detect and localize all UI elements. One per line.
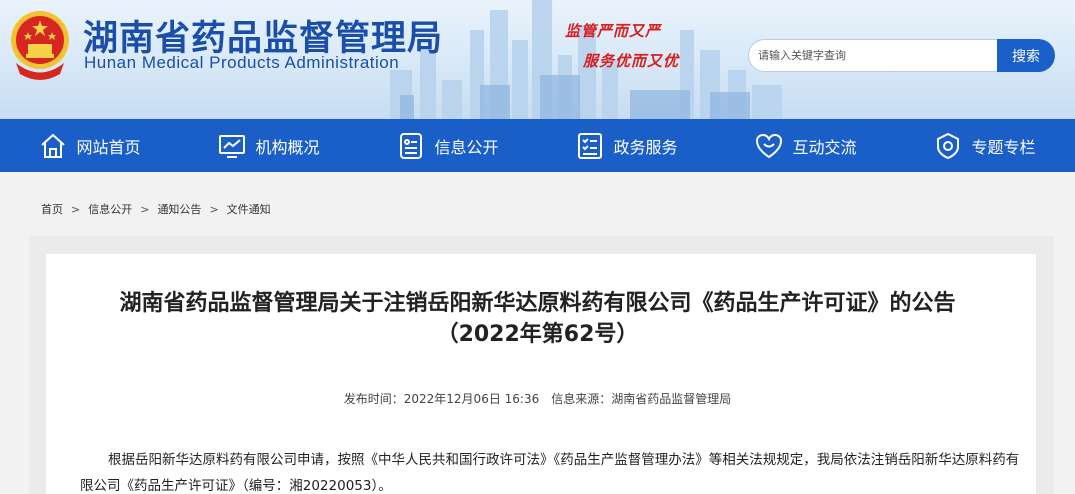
nav-item-home[interactable]: 网站首页 xyxy=(0,119,179,172)
breadcrumb-info-disclosure[interactable]: 信息公开 xyxy=(88,203,132,216)
breadcrumb-separator: > xyxy=(71,203,81,216)
slogan-line-2: 服务优而又优 xyxy=(583,52,680,70)
nav-item-label: 互动交流 xyxy=(792,137,857,157)
breadcrumb: 首页 > 信息公开 > 通知公告 > 文件通知 xyxy=(41,201,271,217)
article-title: 湖南省药品监督管理局关于注销岳阳新华达原料药有限公司《药品生产许可证》的公告 （… xyxy=(0,288,1075,350)
breadcrumb-home[interactable]: 首页 xyxy=(41,203,63,216)
breadcrumb-separator: > xyxy=(140,203,150,216)
slogan-line-1: 监管严而又严 xyxy=(565,22,662,40)
heart-chat-icon xyxy=(756,133,783,158)
publish-time: 发布时间：2022年12月06日 16:36 xyxy=(343,392,540,406)
breadcrumb-separator: > xyxy=(209,203,219,216)
site-subtitle: Hunan Medical Products Administration xyxy=(84,53,400,72)
nav-item-label: 政务服务 xyxy=(613,137,678,157)
article-title-line-2: （2022年第62号） xyxy=(436,322,639,347)
breadcrumb-notices[interactable]: 通知公告 xyxy=(157,203,201,216)
breadcrumb-file-notices[interactable]: 文件通知 xyxy=(227,203,271,216)
main-nav: 网站首页 机构概况 信息公开 政务服务 互动交流 专题专栏 xyxy=(0,119,1075,172)
info-source: 信息来源：湖南省药品监督管理局 xyxy=(551,392,732,406)
site-header: 湖南省药品监督管理局 Hunan Medical Products Admini… xyxy=(0,0,1075,119)
nav-item-label: 信息公开 xyxy=(434,137,499,157)
nav-item-info-disclosure[interactable]: 信息公开 xyxy=(358,119,537,172)
nav-item-special-topics[interactable]: 专题专栏 xyxy=(895,119,1074,172)
article-title-line-1: 湖南省药品监督管理局关于注销岳阳新华达原料药有限公司《药品生产许可证》的公告 xyxy=(119,291,956,316)
badge-gear-icon xyxy=(937,132,960,159)
nav-item-label: 专题专栏 xyxy=(971,137,1036,157)
monitor-chart-icon xyxy=(219,134,246,158)
national-emblem-logo xyxy=(11,11,69,80)
search-input[interactable] xyxy=(758,40,988,71)
nav-item-label: 机构概况 xyxy=(255,137,320,157)
article-body: 根据岳阳新华达原料药有限公司申请，按照《中华人民共和国行政许可法》《药品生产监督… xyxy=(80,452,1020,494)
search-button[interactable]: 搜索 xyxy=(997,39,1055,72)
search-box xyxy=(748,39,998,72)
nav-item-interaction[interactable]: 互动交流 xyxy=(716,119,895,172)
home-icon xyxy=(41,133,66,158)
nav-item-about[interactable]: 机构概况 xyxy=(179,119,358,172)
article-meta: 发布时间：2022年12月06日 16:36 信息来源：湖南省药品监督管理局 xyxy=(0,390,1075,407)
nav-item-label: 网站首页 xyxy=(76,137,141,157)
checklist-icon xyxy=(578,132,603,159)
document-list-icon xyxy=(400,132,423,159)
nav-item-gov-services[interactable]: 政务服务 xyxy=(537,119,716,172)
